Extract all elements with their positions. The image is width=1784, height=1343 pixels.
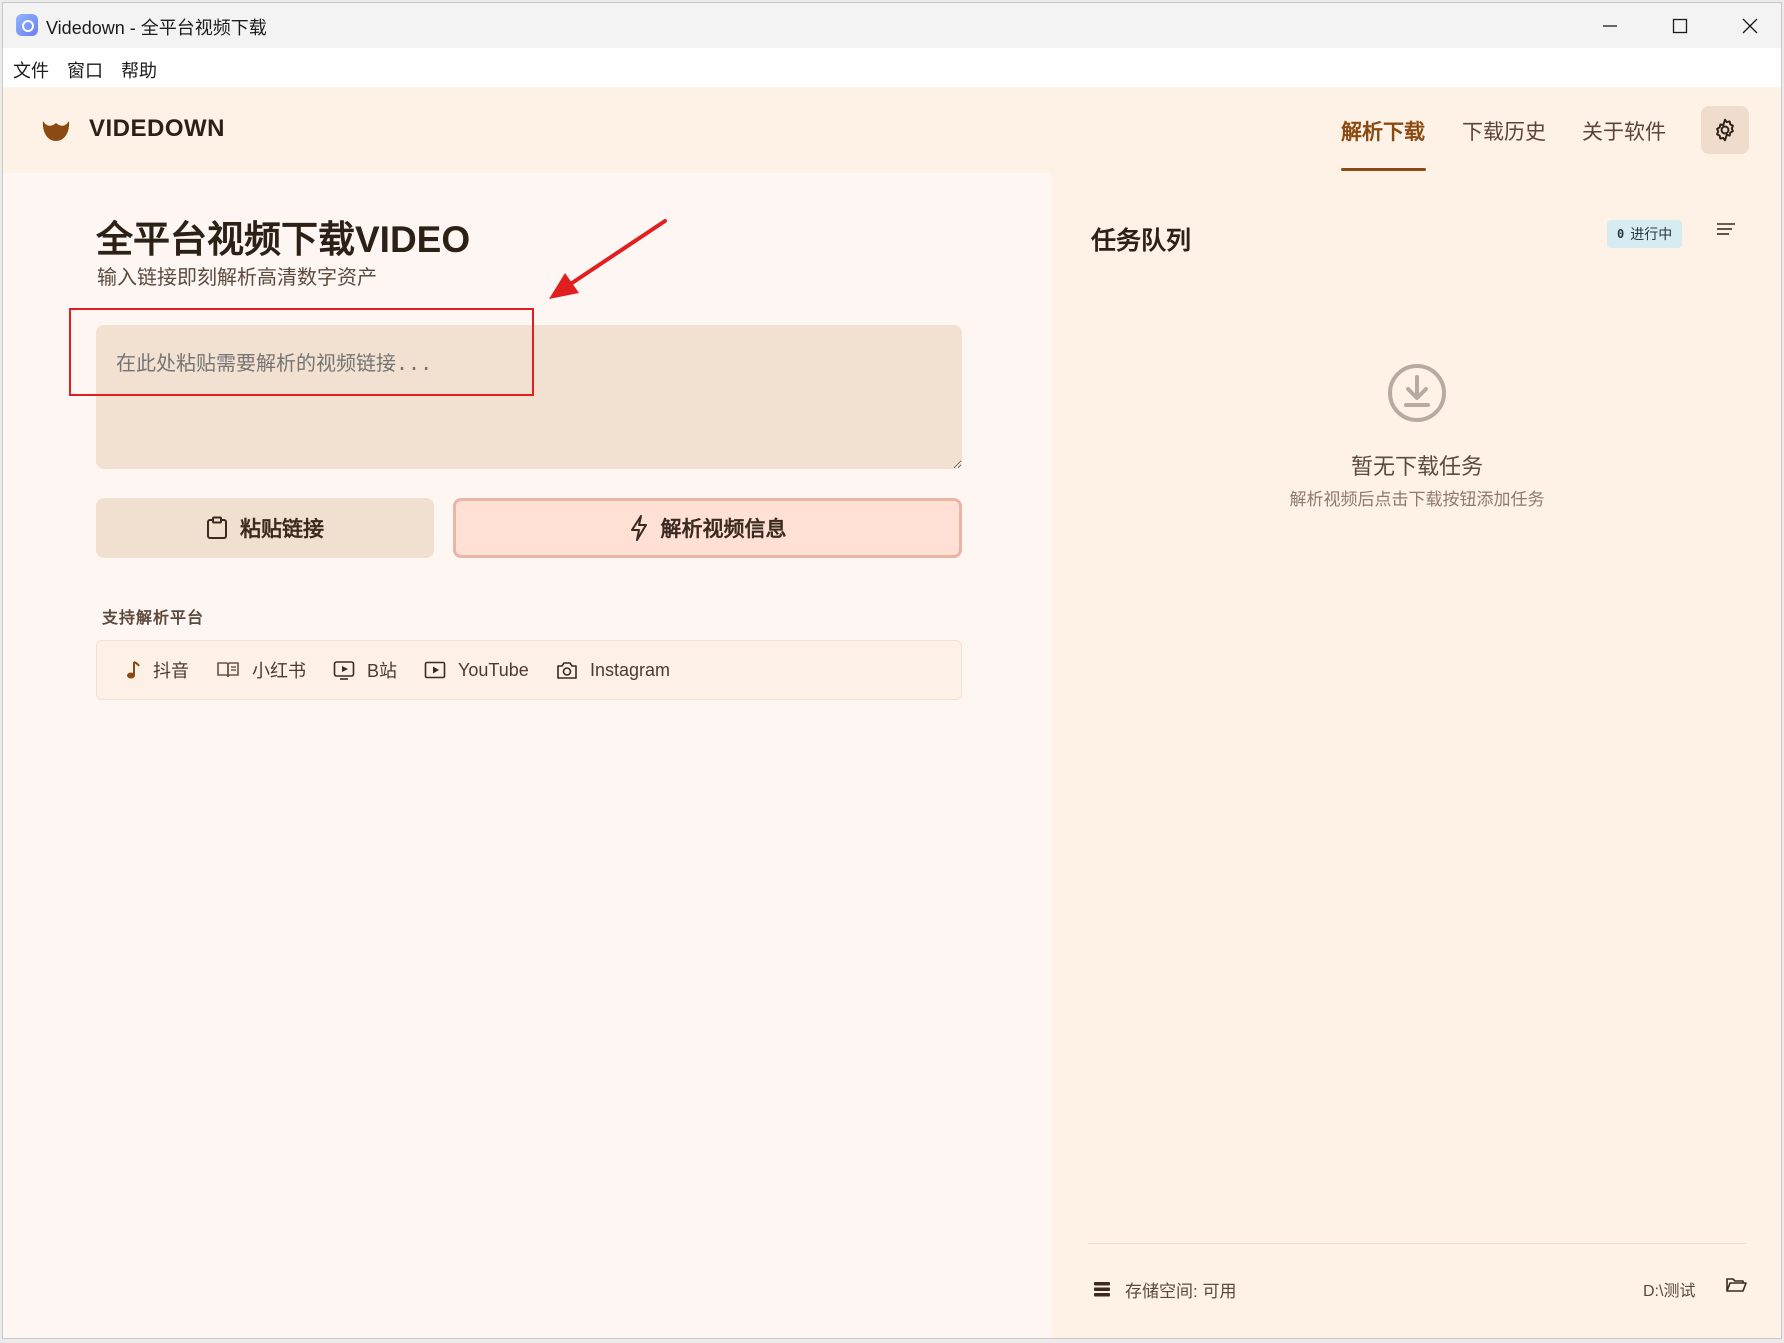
platform-youtube-label: YouTube (458, 659, 529, 680)
close-button[interactable] (1715, 3, 1781, 48)
folder-open-icon[interactable] (1725, 1276, 1747, 1294)
platform-douyin: 抖音 (125, 641, 189, 699)
clipboard-icon (207, 516, 227, 539)
maximize-icon (1672, 18, 1688, 33)
sort-list-icon[interactable] (1715, 221, 1737, 237)
close-icon (1742, 18, 1758, 33)
footer-divider (1088, 1243, 1746, 1244)
download-icon (1388, 364, 1446, 422)
in-progress-count: 0 (1617, 227, 1625, 241)
platform-youtube: YouTube (424, 641, 529, 699)
book-icon (217, 662, 239, 678)
lightning-icon (630, 515, 647, 541)
settings-button[interactable] (1701, 106, 1749, 154)
app-logo-icon (16, 14, 38, 36)
platform-xiaohongshu: 小红书 (216, 641, 306, 699)
music-note-icon (127, 661, 140, 679)
title-bar: Videdown - 全平台视频下载 (3, 3, 1781, 48)
page-subtitle: 输入链接即刻解析高清数字资产 (97, 267, 377, 289)
platform-xiaohongshu-label: 小红书 (252, 661, 306, 681)
annotation-highlight-box (69, 308, 534, 396)
play-icon (424, 661, 446, 679)
platform-bilibili: B站 (333, 641, 397, 699)
tab-download-history[interactable]: 下载历史 (1462, 116, 1546, 146)
menu-help[interactable]: 帮助 (121, 57, 157, 83)
brand-name: VIDEDOWN (89, 115, 225, 142)
in-progress-label: 进行中 (1630, 226, 1673, 242)
active-tab-indicator (1341, 168, 1426, 171)
status-badge: 0 进行中 (1607, 220, 1683, 248)
queue-title: 任务队列 (1091, 227, 1192, 255)
parse-video-button[interactable]: 解析视频信息 (453, 498, 962, 558)
app-window: Videdown - 全平台视频下载 文件 窗口 帮助 VIDEDOWN 解析下… (2, 2, 1782, 1339)
platforms-label: 支持解析平台 (102, 610, 205, 627)
empty-state-title: 暂无下载任务 (1350, 454, 1483, 479)
storage-status: 存储空间: 可用 (1125, 1282, 1237, 1301)
menu-window[interactable]: 窗口 (67, 57, 103, 83)
tab-parse-download[interactable]: 解析下载 (1341, 116, 1425, 146)
platform-douyin-label: 抖音 (153, 661, 189, 681)
task-queue-panel: 任务队列 0 进行中 暂无下载任务 解析视频后点击下载按钮添加任务 存储空间: … (1051, 173, 1781, 1338)
parse-video-label: 解析视频信息 (660, 518, 787, 541)
platform-instagram: Instagram (556, 641, 670, 699)
menu-bar: 文件 窗口 帮助 (3, 48, 1781, 87)
parse-panel: 全平台视频下载VIDEO 输入链接即刻解析高清数字资产 粘贴链接 解析视频信息 … (3, 173, 1051, 1338)
page-title: 全平台视频下载VIDEO (96, 219, 471, 260)
menu-file[interactable]: 文件 (13, 57, 49, 83)
maximize-button[interactable] (1645, 3, 1715, 48)
minimize-button[interactable] (1575, 3, 1645, 48)
platform-bilibili-label: B站 (367, 661, 398, 681)
download-path: D:\测试 (1643, 1283, 1696, 1300)
annotation-arrow-icon (549, 219, 667, 299)
camera-icon (557, 662, 577, 679)
paste-link-label: 粘贴链接 (240, 518, 324, 541)
app-header: VIDEDOWN 解析下载 下载历史 关于软件 (3, 87, 1781, 173)
window-title: Videdown - 全平台视频下载 (46, 18, 267, 38)
platform-instagram-label: Instagram (590, 659, 671, 680)
tv-play-icon (333, 661, 355, 680)
gear-icon (1716, 118, 1734, 142)
platform-list: 抖音 小红书 B站 YouTube Instagram (96, 640, 962, 700)
minimize-icon (1603, 24, 1617, 27)
empty-state-hint: 解析视频后点击下载按钮添加任务 (1289, 490, 1545, 509)
storage-icon (1094, 1282, 1110, 1297)
brand-logo-icon (42, 121, 70, 141)
paste-link-button[interactable]: 粘贴链接 (96, 498, 434, 558)
tab-about[interactable]: 关于软件 (1582, 116, 1666, 146)
